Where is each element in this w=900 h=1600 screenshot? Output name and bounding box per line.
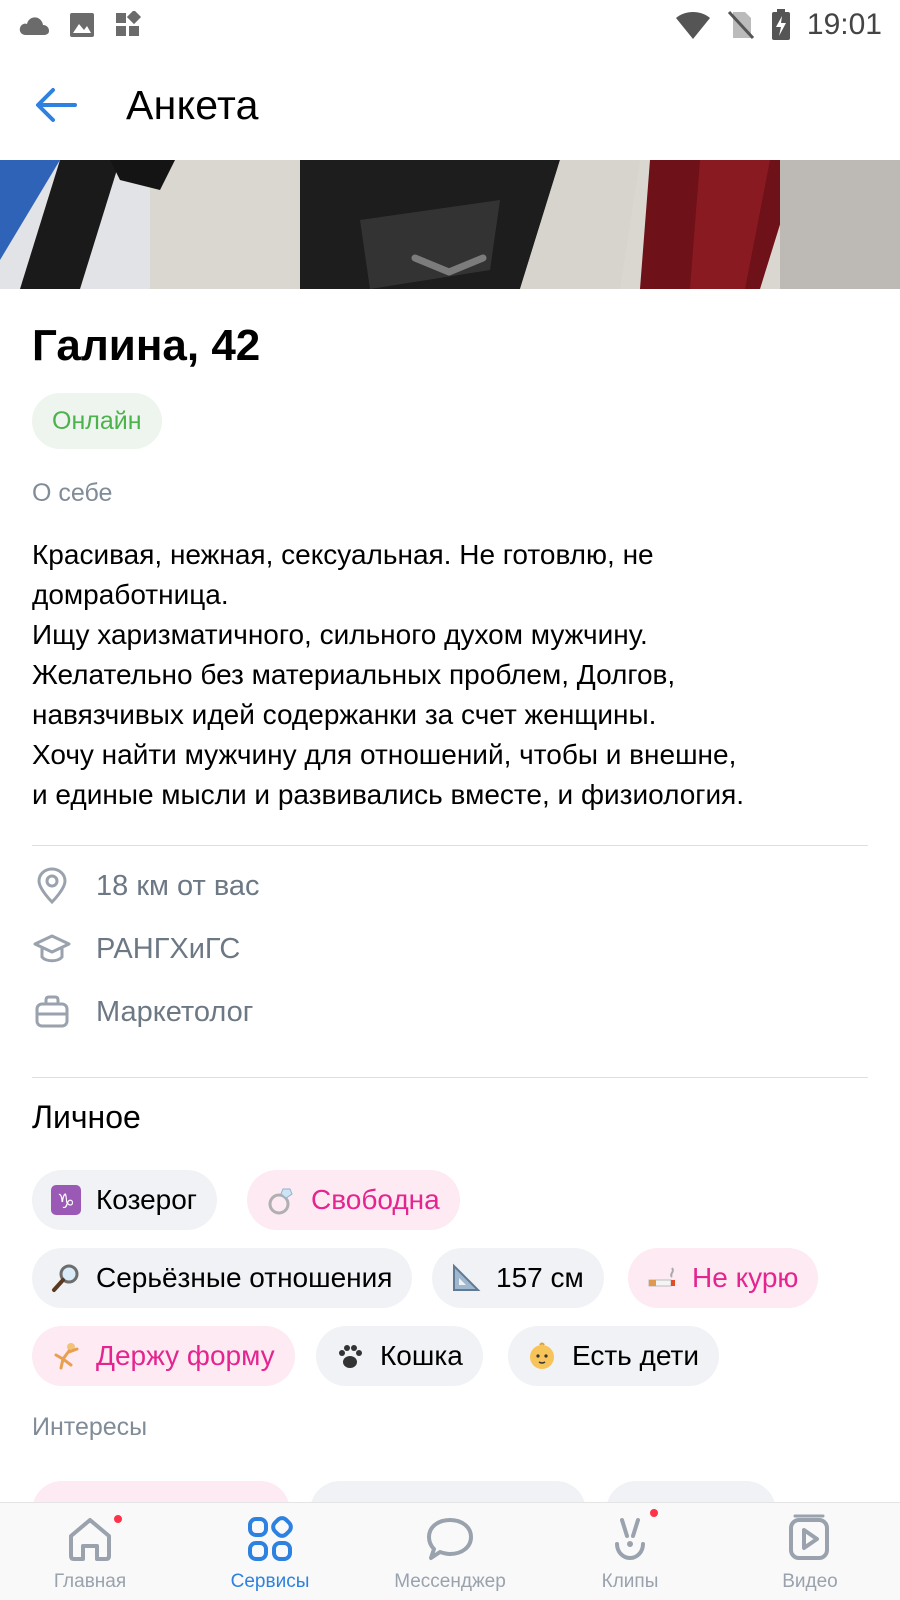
nav-home[interactable]: Главная — [0, 1503, 180, 1600]
info-row-job: Маркетолог — [32, 987, 253, 1037]
info-row-distance: 18 км от вас — [32, 861, 260, 911]
location-pin-icon — [32, 866, 72, 906]
video-play-icon — [782, 1511, 838, 1567]
about-text: Красивая, нежная, сексуальная. Не готовл… — [32, 539, 745, 810]
capricorn-icon: ♑ — [50, 1185, 82, 1215]
nav-video-label: Видео — [782, 1571, 838, 1592]
chip-sport[interactable]: Держу форму — [32, 1326, 295, 1386]
ring-icon — [265, 1185, 297, 1215]
notification-dot — [648, 1507, 660, 1519]
chip-relationship[interactable]: Свободна — [247, 1170, 460, 1230]
nav-clips[interactable]: Клипы — [540, 1503, 720, 1600]
bottom-navigation: Главная Сервисы Мессенджер Клипы Видео — [0, 1502, 900, 1600]
nav-services[interactable]: Сервисы — [180, 1503, 360, 1600]
nav-messenger-label: Мессенджер — [394, 1571, 506, 1592]
chip-kids-label: Есть дети — [572, 1340, 699, 1371]
chip-pets[interactable]: Кошка — [316, 1326, 483, 1386]
services-grid-icon — [242, 1511, 298, 1567]
chip-goal-label: Серьёзные отношения — [96, 1262, 393, 1293]
nav-services-label: Сервисы — [230, 1571, 310, 1592]
chip-zodiac[interactable]: ♑ Козерог — [32, 1170, 218, 1230]
chip-height[interactable]: 157 см — [432, 1248, 604, 1308]
divider — [32, 845, 868, 846]
ruler-icon — [450, 1263, 482, 1293]
magnifier-icon — [50, 1263, 82, 1293]
wifi-icon — [675, 12, 710, 39]
apps-icon — [116, 11, 142, 36]
online-status-badge: Онлайн — [32, 393, 162, 449]
chat-bubble-icon — [422, 1511, 478, 1567]
app-header: Анкета — [0, 50, 900, 160]
home-icon — [62, 1511, 124, 1567]
chip-relationship-label: Свободна — [311, 1184, 440, 1215]
back-button[interactable] — [26, 75, 86, 135]
chip-zodiac-label: Козерог — [96, 1184, 198, 1215]
profile-photo[interactable] — [0, 160, 900, 289]
status-bar: 19:01 — [0, 0, 900, 50]
nav-clips-label: Клипы — [601, 1571, 659, 1592]
chip-goal[interactable]: Серьёзные отношения — [32, 1248, 413, 1308]
chip-kids[interactable]: Есть дети — [508, 1326, 719, 1386]
job-text: Маркетолог — [96, 995, 254, 1028]
status-time: 19:01 — [806, 8, 882, 41]
graduation-cap-icon — [32, 929, 72, 969]
nav-video[interactable]: Видео — [720, 1503, 900, 1600]
status-right-icons: 19:01 — [675, 8, 882, 42]
battery-charging-icon — [771, 9, 790, 40]
education-text: РАНГХиГС — [96, 932, 241, 965]
status-left-icons — [18, 11, 142, 39]
paw-icon — [334, 1341, 366, 1371]
distance-text: 18 км от вас — [96, 869, 260, 902]
chip-pets-label: Кошка — [380, 1340, 463, 1371]
cigarette-icon — [646, 1263, 678, 1293]
no-sim-icon — [727, 10, 755, 40]
chip-smoking-label: Не курю — [692, 1262, 799, 1293]
nav-messenger[interactable]: Мессенджер — [360, 1503, 540, 1600]
svg-text:♑: ♑ — [57, 1189, 75, 1213]
divider — [32, 1077, 868, 1078]
interests-label: Интересы — [32, 1413, 148, 1441]
briefcase-icon — [32, 992, 72, 1032]
baby-icon — [526, 1341, 558, 1371]
about-label: О себе — [32, 479, 113, 507]
gymnast-icon — [50, 1341, 82, 1371]
chip-smoking[interactable]: Не курю — [628, 1248, 819, 1308]
chip-sport-label: Держу форму — [96, 1340, 275, 1371]
profile-name: Галина, 42 — [32, 321, 261, 370]
chevron-down-icon[interactable] — [411, 252, 487, 278]
arrow-left-icon — [36, 88, 77, 122]
chip-height-label: 157 см — [496, 1262, 584, 1293]
nav-home-label: Главная — [53, 1571, 127, 1592]
personal-section-title: Личное — [32, 1099, 141, 1135]
info-row-education: РАНГХиГС — [32, 924, 240, 974]
notification-dot — [112, 1513, 124, 1525]
cloud-icon — [19, 17, 49, 35]
page-title: Анкета — [126, 81, 259, 128]
clips-icon — [602, 1507, 660, 1567]
image-icon — [70, 13, 94, 37]
